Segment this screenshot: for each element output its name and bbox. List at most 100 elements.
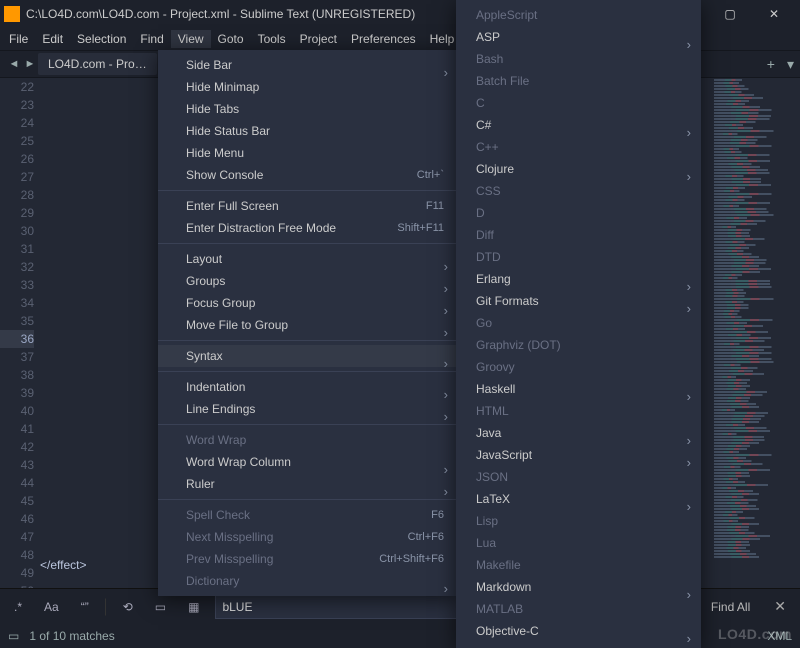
window-title: C:\LO4D.com\LO4D.com - Project.xml - Sub… [26, 7, 415, 21]
view-menu-hide-minimap[interactable]: Hide Minimap [158, 76, 458, 98]
syntax-makefile: Makefile [456, 554, 701, 576]
menu-selection[interactable]: Selection [70, 30, 133, 48]
app-icon [4, 6, 20, 22]
find-sep [105, 598, 107, 616]
line-number: 44 [0, 474, 34, 492]
syntax-objective-c[interactable]: Objective-C [456, 620, 701, 642]
view-menu-dictionary: Dictionary [158, 570, 458, 592]
maximize-button[interactable]: ▢ [708, 0, 752, 28]
case-toggle[interactable]: Aa [38, 596, 65, 618]
tab-menu-button[interactable]: ▾ [781, 56, 800, 73]
syntax-erlang[interactable]: Erlang [456, 268, 701, 290]
syntax-git-formats[interactable]: Git Formats [456, 290, 701, 312]
line-number: 24 [0, 114, 34, 132]
in-selection-toggle[interactable]: ▭ [149, 596, 172, 618]
view-menu-show-console[interactable]: Show ConsoleCtrl+` [158, 164, 458, 186]
menu-tools[interactable]: Tools [251, 30, 293, 48]
find-close-button[interactable]: ✕ [768, 598, 792, 615]
line-number: 36 [0, 330, 34, 348]
syntax-markdown[interactable]: Markdown [456, 576, 701, 598]
menu-preferences[interactable]: Preferences [344, 30, 423, 48]
line-number: 31 [0, 240, 34, 258]
view-menu-focus-group[interactable]: Focus Group [158, 292, 458, 314]
syntax-asp[interactable]: ASP [456, 26, 701, 48]
view-menu-groups[interactable]: Groups [158, 270, 458, 292]
syntax-dtd: DTD [456, 246, 701, 268]
file-tab[interactable]: LO4D.com - Pro… [38, 53, 157, 75]
line-number: 38 [0, 366, 34, 384]
view-menu-prev-misspelling: Prev MisspellingCtrl+Shift+F6 [158, 548, 458, 570]
view-menu-ruler[interactable]: Ruler [158, 473, 458, 495]
menu-separator [158, 340, 458, 341]
syntax-bash: Bash [456, 48, 701, 70]
line-number: 23 [0, 96, 34, 114]
syntax-c-[interactable]: C# [456, 114, 701, 136]
syntax-haskell[interactable]: Haskell [456, 378, 701, 400]
view-menu-move-file-to-group[interactable]: Move File to Group [158, 314, 458, 336]
find-all-button[interactable]: Find All [703, 597, 758, 617]
line-number: 47 [0, 528, 34, 546]
syntax-clojure[interactable]: Clojure [456, 158, 701, 180]
syntax-matlab: MATLAB [456, 598, 701, 620]
line-number: 33 [0, 276, 34, 294]
view-menu-hide-tabs[interactable]: Hide Tabs [158, 98, 458, 120]
view-menu-side-bar[interactable]: Side Bar [158, 54, 458, 76]
view-menu-indentation[interactable]: Indentation [158, 376, 458, 398]
line-number: 42 [0, 438, 34, 456]
regex-toggle[interactable]: .* [8, 596, 28, 618]
view-menu-line-endings[interactable]: Line Endings [158, 398, 458, 420]
syntax-lua: Lua [456, 532, 701, 554]
view-menu-hide-menu[interactable]: Hide Menu [158, 142, 458, 164]
wrap-toggle[interactable]: ⟲ [117, 596, 139, 618]
syntax-groovy: Groovy [456, 356, 701, 378]
menu-file[interactable]: File [2, 30, 35, 48]
line-number: 32 [0, 258, 34, 276]
syntax-html: HTML [456, 400, 701, 422]
menu-view[interactable]: View [171, 30, 211, 48]
view-menu-dropdown: Side BarHide MinimapHide TabsHide Status… [158, 50, 458, 596]
syntax-lisp: Lisp [456, 510, 701, 532]
menu-separator [158, 499, 458, 500]
panel-switch-icon[interactable]: ▭ [8, 629, 19, 643]
syntax-json: JSON [456, 466, 701, 488]
syntax-batch-file: Batch File [456, 70, 701, 92]
syntax-go: Go [456, 312, 701, 334]
view-menu-word-wrap-column[interactable]: Word Wrap Column [158, 451, 458, 473]
view-menu-syntax[interactable]: Syntax [158, 345, 458, 367]
tab-prev-icon[interactable]: ◄ [6, 58, 22, 70]
syntax-diff: Diff [456, 224, 701, 246]
syntax-d: D [456, 202, 701, 224]
view-menu-next-misspelling: Next MisspellingCtrl+F6 [158, 526, 458, 548]
syntax-latex[interactable]: LaTeX [456, 488, 701, 510]
view-menu-layout[interactable]: Layout [158, 248, 458, 270]
menu-edit[interactable]: Edit [35, 30, 70, 48]
view-menu-enter-distraction-free-mode[interactable]: Enter Distraction Free ModeShift+F11 [158, 217, 458, 239]
syntax-java[interactable]: Java [456, 422, 701, 444]
syntax-indicator[interactable]: XML [767, 629, 792, 643]
line-number: 25 [0, 132, 34, 150]
minimap[interactable] [710, 78, 800, 576]
menu-project[interactable]: Project [293, 30, 344, 48]
menu-find[interactable]: Find [133, 30, 170, 48]
menu-goto[interactable]: Goto [211, 30, 251, 48]
menu-separator [158, 243, 458, 244]
new-tab-button[interactable]: + [761, 56, 781, 72]
line-number-gutter: 2223242526272829303132333435363738394041… [0, 78, 40, 576]
find-matches: 1 of 10 matches [29, 629, 114, 643]
line-number: 45 [0, 492, 34, 510]
syntax-javascript[interactable]: JavaScript [456, 444, 701, 466]
whole-word-toggle[interactable]: “” [75, 596, 95, 618]
view-menu-enter-full-screen[interactable]: Enter Full ScreenF11 [158, 195, 458, 217]
syntax-applescript: AppleScript [456, 4, 701, 26]
syntax-graphviz-dot-: Graphviz (DOT) [456, 334, 701, 356]
menu-separator [158, 424, 458, 425]
line-number: 46 [0, 510, 34, 528]
view-menu-hide-status-bar[interactable]: Hide Status Bar [158, 120, 458, 142]
view-menu-spell-check: Spell CheckF6 [158, 504, 458, 526]
tab-next-icon[interactable]: ► [22, 58, 38, 70]
close-button[interactable]: ✕ [752, 0, 796, 28]
line-number: 43 [0, 456, 34, 474]
syntax-css: CSS [456, 180, 701, 202]
syntax-ocaml: OCaml [456, 642, 701, 648]
highlight-toggle[interactable]: ▦ [182, 596, 205, 618]
